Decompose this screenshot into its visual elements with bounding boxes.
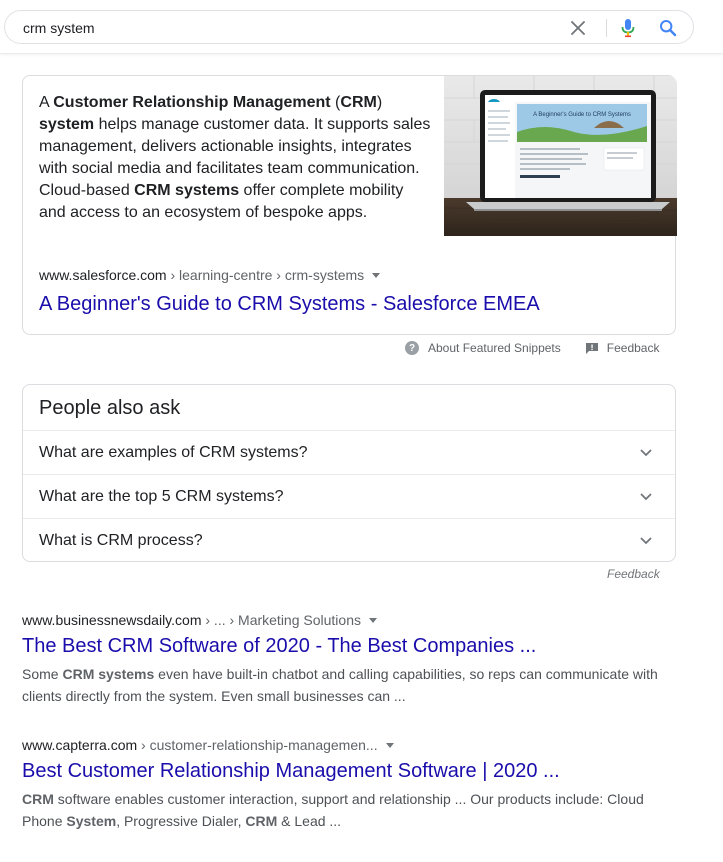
result-cite[interactable]: www.businessnewsdaily.com › ... › Market… <box>22 612 662 628</box>
featured-snippet-card: A Customer Relationship Management (CRM)… <box>22 75 677 335</box>
search-icon[interactable] <box>655 11 681 45</box>
featured-snippet-image[interactable]: A Beginner's Guide to CRM Systems <box>444 76 677 236</box>
search-result: www.capterra.com › customer-relationship… <box>22 737 662 832</box>
paa-question[interactable]: What is CRM process? <box>23 518 675 562</box>
cite-domain: www.businessnewsdaily.com <box>22 612 202 628</box>
people-also-ask-heading: People also ask <box>39 397 181 419</box>
featured-snippet-cite[interactable]: www.salesforce.com › learning-centre › c… <box>39 267 381 283</box>
cite-domain: www.salesforce.com <box>39 267 167 283</box>
paa-question-text: What is CRM process? <box>39 531 203 549</box>
search-result: www.businessnewsdaily.com › ... › Market… <box>22 612 662 707</box>
chevron-down-icon[interactable] <box>639 490 653 504</box>
snippet-footer: ? About Featured Snippets Feedback <box>405 340 659 356</box>
paa-question[interactable]: What are examples of CRM systems? <box>23 430 675 474</box>
featured-snippet-image-title: A Beginner's Guide to CRM Systems <box>533 112 631 118</box>
result-cite[interactable]: www.capterra.com › customer-relationship… <box>22 737 662 753</box>
result-description: CRM software enables customer interactio… <box>22 791 644 829</box>
result-description: Some CRM systems even have built-in chat… <box>22 666 658 704</box>
cite-path: › ... › Marketing Solutions <box>201 612 361 628</box>
paa-feedback-link[interactable]: Feedback <box>607 567 660 581</box>
caret-down-icon[interactable] <box>385 742 394 748</box>
people-also-ask-card: People also ask What are examples of CRM… <box>22 384 676 562</box>
cite-path: › learning-centre › crm-systems <box>166 267 365 283</box>
cite-domain: www.capterra.com <box>22 737 138 753</box>
result-title-link[interactable]: Best Customer Relationship Management So… <box>22 758 662 784</box>
search-box[interactable] <box>4 10 694 44</box>
help-circle-icon[interactable]: ? <box>405 341 419 355</box>
caret-down-icon[interactable] <box>372 272 381 278</box>
cite-path: › customer-relationship-managemen... <box>137 737 378 753</box>
about-featured-snippets-link[interactable]: About Featured Snippets <box>428 341 561 355</box>
featured-snippet-title-link[interactable]: A Beginner's Guide to CRM Systems - Sale… <box>39 291 540 317</box>
close-icon[interactable] <box>568 11 588 45</box>
featured-snippet-text: A Customer Relationship Management (CRM)… <box>39 94 431 221</box>
search-divider <box>606 19 607 37</box>
search-input[interactable] <box>23 16 543 40</box>
chevron-down-icon[interactable] <box>639 534 653 548</box>
snippet-feedback-link[interactable]: Feedback <box>607 341 660 355</box>
feedback-flag-icon[interactable] <box>585 342 598 354</box>
mic-icon[interactable] <box>616 11 640 45</box>
paa-question-text: What are the top 5 CRM systems? <box>39 487 284 505</box>
search-header <box>0 0 723 54</box>
chevron-down-icon[interactable] <box>639 446 653 460</box>
paa-question[interactable]: What are the top 5 CRM systems? <box>23 474 675 518</box>
caret-down-icon[interactable] <box>369 617 377 623</box>
paa-question-text: What are examples of CRM systems? <box>39 443 308 461</box>
result-title-link[interactable]: The Best CRM Software of 2020 - The Best… <box>22 633 662 659</box>
